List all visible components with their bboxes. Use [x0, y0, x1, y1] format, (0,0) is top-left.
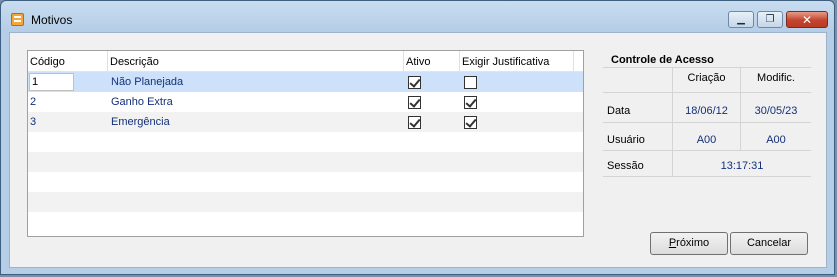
user-created: A00 [696, 134, 717, 146]
empty-row [28, 152, 583, 172]
label-user: Usuário [607, 134, 645, 146]
empty-row [28, 192, 583, 212]
exigir-checkbox[interactable] [464, 116, 477, 129]
row-description: Ganho Extra [111, 96, 173, 108]
ativo-checkbox[interactable] [408, 116, 421, 129]
row-code: 2 [30, 96, 37, 108]
session-time: 13:17:31 [720, 160, 764, 172]
column-header-descricao[interactable]: Descrição [108, 51, 404, 71]
empty-row [28, 132, 583, 152]
row-description: Não Planejada [111, 76, 184, 88]
access-control-title: Controle de Acesso [611, 54, 714, 66]
exigir-checkbox[interactable] [464, 76, 477, 89]
minimize-button[interactable]: ▁ [728, 11, 754, 28]
window-controls: ▁ ❐ ✕ [725, 11, 828, 29]
grid-header: Código Descrição Ativo Exigir Justificat… [28, 51, 583, 72]
column-header-exigir-justificativa[interactable]: Exigir Justificativa [460, 51, 574, 71]
table-row[interactable]: 2 Ganho Extra [28, 92, 583, 112]
empty-row [28, 172, 583, 192]
label-date: Data [607, 105, 631, 117]
row-description: Emergência [111, 116, 170, 128]
user-modified: A00 [766, 134, 786, 146]
close-button[interactable]: ✕ [786, 11, 828, 28]
title-bar[interactable]: Motivos ▁ ❐ ✕ [1, 1, 834, 33]
empty-row [28, 212, 583, 232]
ativo-checkbox[interactable] [408, 96, 421, 109]
table-row[interactable]: 1 Não Planejada [28, 72, 583, 92]
next-button[interactable]: Próximo [650, 232, 728, 255]
label-session: Sessão [607, 160, 644, 172]
close-icon: ✕ [801, 12, 813, 27]
row-code: 3 [30, 116, 37, 128]
date-modified: 30/05/23 [754, 105, 798, 117]
restore-button[interactable]: ❐ [757, 11, 783, 28]
dialog-window: Motivos ▁ ❐ ✕ Código Descrição Ativo Exi… [0, 0, 835, 275]
window-title: Motivos [31, 13, 73, 27]
code-edit-input[interactable]: 1 [29, 73, 74, 91]
column-creation: Criação [687, 72, 726, 84]
column-header-ativo[interactable]: Ativo [404, 51, 460, 71]
app-icon [11, 13, 24, 26]
column-header-codigo[interactable]: Código [28, 51, 108, 71]
restore-icon: ❐ [765, 13, 775, 25]
exigir-checkbox[interactable] [464, 96, 477, 109]
motivos-grid[interactable]: Código Descrição Ativo Exigir Justificat… [27, 50, 584, 237]
date-created: 18/06/12 [685, 105, 728, 117]
cancel-button[interactable]: Cancelar [730, 232, 808, 255]
minimize-icon: ▁ [737, 13, 745, 25]
column-modified: Modific. [757, 72, 795, 84]
dialog-client-area: Código Descrição Ativo Exigir Justificat… [9, 32, 827, 268]
access-control-panel: Controle de Acesso Criação Modific. Data… [603, 50, 813, 177]
ativo-checkbox[interactable] [408, 76, 421, 89]
table-row[interactable]: 3 Emergência [28, 112, 583, 132]
